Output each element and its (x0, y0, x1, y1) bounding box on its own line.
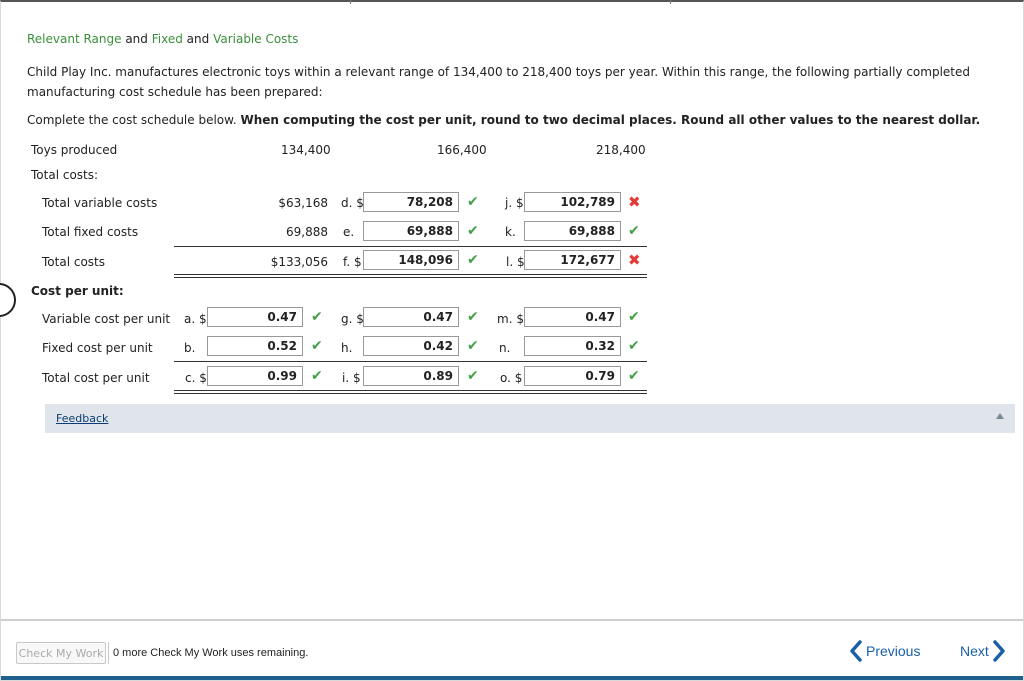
correct-check-icon: ✔ (467, 309, 479, 325)
footer-divider (1, 619, 1023, 621)
row-label-fixed-cost-per-unit: Fixed cost per unit (42, 341, 153, 355)
subtotal-rule (174, 246, 647, 247)
feedback-panel[interactable]: Feedback (45, 404, 1015, 433)
per-unit-subtotal-rule (174, 361, 647, 362)
total-double-rule-2 (174, 277, 647, 278)
problem-title: Relevant Range and Fixed and Variable Co… (27, 32, 298, 46)
input-g[interactable]: 0.47 (363, 307, 459, 327)
problem-intro: Child Play Inc. manufactures electronic … (27, 65, 971, 99)
given-total-fixed-costs: 69,888 (286, 225, 328, 239)
label-d: d. $ (341, 196, 364, 210)
correct-check-icon: ✔ (311, 338, 323, 354)
input-o[interactable]: 0.79 (524, 366, 621, 386)
correct-check-icon: ✔ (628, 368, 640, 384)
label-m: m. $ (497, 312, 524, 326)
expand-arrow-icon[interactable] (996, 413, 1004, 419)
bottom-accent-bar (1, 676, 1023, 680)
toys-col1: 134,400 (281, 143, 331, 157)
per-unit-double-rule-2 (174, 393, 647, 394)
row-label-total-cost-per-unit: Total cost per unit (42, 371, 150, 385)
input-d[interactable]: 78,208 (363, 192, 459, 212)
total-double-rule-1 (174, 274, 647, 275)
remaining-uses-text: 0 more Check My Work uses remaining. (108, 642, 308, 664)
chevron-left-icon (850, 640, 862, 662)
input-c[interactable]: 0.99 (207, 366, 303, 386)
correct-check-icon: ✔ (628, 309, 640, 325)
row-label-variable-cost-per-unit: Variable cost per unit (42, 312, 171, 326)
correct-check-icon: ✔ (467, 368, 479, 384)
input-a[interactable]: 0.47 (207, 307, 303, 327)
correct-check-icon: ✔ (467, 338, 479, 354)
label-e: e. (343, 225, 355, 239)
label-c: c. $ (185, 371, 207, 385)
row-label-total-costs: Total costs (42, 255, 105, 269)
input-i[interactable]: 0.89 (363, 366, 459, 386)
label-g: g. $ (341, 312, 364, 326)
label-j: j. $ (505, 196, 524, 210)
title-link-relevant-range[interactable]: Relevant Range (27, 32, 122, 46)
input-e[interactable]: 69,888 (363, 221, 459, 241)
title-link-fixed[interactable]: Fixed (152, 32, 183, 46)
label-n: n. (499, 341, 511, 355)
chevron-right-icon (993, 640, 1005, 662)
correct-check-icon: ✔ (467, 252, 479, 268)
row-label-total-fixed-costs: Total fixed costs (42, 225, 139, 239)
next-button[interactable]: Next (960, 640, 1007, 662)
check-my-work-button[interactable]: Check My Work (16, 642, 106, 664)
previous-label: Previous (866, 643, 921, 659)
label-a: a. $ (184, 312, 207, 326)
correct-check-icon: ✔ (311, 309, 323, 325)
input-j[interactable]: 102,789 (524, 192, 621, 212)
per-unit-double-rule-1 (174, 390, 647, 391)
correct-check-icon: ✔ (628, 223, 640, 239)
given-total-variable-costs: $63,168 (278, 196, 328, 210)
label-k: k. (505, 225, 516, 239)
row-label-total-variable-costs: Total variable costs (42, 196, 158, 210)
page-frame (0, 0, 1024, 681)
label-f: f. $ (343, 255, 362, 269)
input-n[interactable]: 0.32 (524, 336, 621, 356)
instructions: Complete the cost schedule below. When c… (27, 113, 980, 127)
input-h[interactable]: 0.42 (363, 336, 459, 356)
incorrect-x-icon: ✖ (628, 251, 641, 269)
input-l[interactable]: 172,677 (524, 250, 621, 270)
toys-col3: 218,400 (596, 143, 646, 157)
title-text: and (182, 32, 214, 46)
input-f[interactable]: 148,096 (363, 250, 459, 270)
input-m[interactable]: 0.47 (524, 307, 621, 327)
feedback-link[interactable]: Feedback (56, 412, 108, 425)
previous-button[interactable]: Previous (848, 640, 920, 662)
cost-per-unit-heading: Cost per unit: (31, 284, 124, 298)
toys-produced-label: Toys produced (31, 143, 118, 157)
given-total-costs: $133,056 (270, 255, 328, 269)
next-label: Next (960, 643, 989, 659)
correct-check-icon: ✔ (467, 194, 479, 210)
correct-check-icon: ✔ (467, 223, 479, 239)
input-b[interactable]: 0.52 (207, 336, 303, 356)
title-link-variable-costs[interactable]: Variable Costs (213, 32, 298, 46)
top-divider-mark (350, 0, 351, 4)
label-l: l. $ (506, 255, 525, 269)
label-o: o. $ (500, 371, 523, 385)
correct-check-icon: ✔ (628, 338, 640, 354)
incorrect-x-icon: ✖ (628, 193, 641, 211)
label-b: b. (184, 341, 196, 355)
instruction-bold: When computing the cost per unit, round … (240, 113, 981, 127)
total-costs-heading: Total costs: (31, 168, 99, 182)
toys-col2: 166,400 (437, 143, 487, 157)
correct-check-icon: ✔ (311, 368, 323, 384)
input-k[interactable]: 69,888 (524, 221, 621, 241)
title-text: and (121, 32, 152, 46)
instruction-text: Complete the cost schedule below. (27, 113, 241, 127)
label-i: i. $ (342, 371, 361, 385)
label-h: h. (341, 341, 353, 355)
top-divider-mark (670, 0, 671, 4)
